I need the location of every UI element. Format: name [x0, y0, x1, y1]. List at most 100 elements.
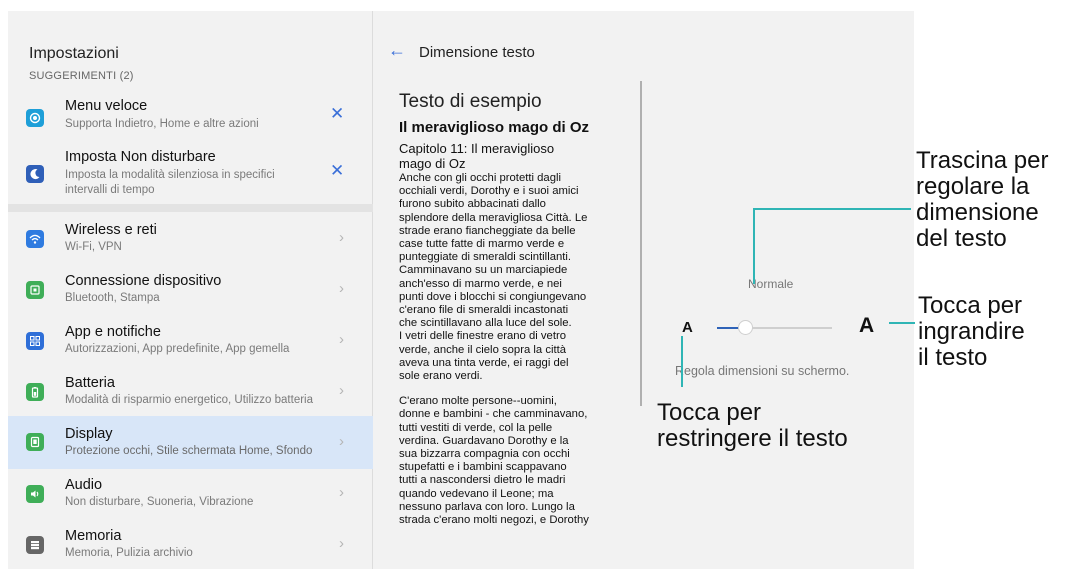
- menu-item-memoria[interactable]: Memoria Memoria, Pulizia archivio ›: [8, 520, 373, 569]
- menu-item-subtitle: Autorizzazioni, App predefinite, App gem…: [65, 343, 290, 355]
- preview-line: case tutte fatte di marmo verde e: [399, 238, 565, 251]
- figure: Impostazioni SUGGERIMENTI (2) Menu veloc…: [0, 0, 1074, 569]
- annotation-line: restringere il testo: [657, 425, 848, 452]
- preview-line: verde, anche il cielo sopra la città: [399, 343, 567, 356]
- preview-line: strada c'erano molti negozi, e Dorothy: [399, 514, 589, 527]
- suggestion-non-disturbare[interactable]: Imposta Non disturbare Imposta la modali…: [8, 147, 373, 203]
- preview-line: nessuno parlava con loro. Lungo la: [399, 500, 575, 513]
- apps-icon: [26, 332, 44, 350]
- settings-pane: Impostazioni SUGGERIMENTI (2) Menu veloc…: [8, 11, 373, 569]
- enlarge-text-button[interactable]: A: [859, 314, 874, 338]
- callout-line-drag-vertical: [753, 208, 755, 284]
- annotation-enlarge: Tocca per ingrandire il testo: [918, 293, 1025, 371]
- preview-line: anch'esso di marmo verde, e nei: [399, 277, 562, 290]
- preview-line: Anche con gli occhi protetti dagli: [399, 172, 562, 184]
- preview-scrollbar[interactable]: [640, 81, 642, 406]
- annotation-shrink: Tocca per restringere il testo: [657, 400, 848, 452]
- battery-icon: [26, 383, 44, 401]
- moon-icon: [26, 165, 44, 183]
- chevron-right-icon: ›: [339, 535, 344, 552]
- chapter-line: mago di Oz: [399, 156, 466, 171]
- preview-heading: Testo di esempio: [399, 91, 542, 112]
- annotation-line: Trascina per: [916, 147, 1049, 174]
- annotation-line: dimensione: [916, 199, 1039, 226]
- callout-line-drag-horizontal: [753, 208, 911, 210]
- preview-line: aveva una tinta verde, ei raggi del: [399, 356, 569, 369]
- preview-line: stupefatti e i bambini scappavano: [399, 461, 567, 474]
- suggestions-header: SUGGERIMENTI (2): [29, 70, 134, 82]
- menu-item-subtitle: Modalità di risparmio energetico, Utiliz…: [65, 394, 313, 406]
- suggestion-menu-veloce[interactable]: Menu veloce Supporta Indietro, Home e al…: [8, 95, 373, 145]
- menu-item-title: Audio: [65, 477, 103, 493]
- menu-item-title: App e notifiche: [65, 324, 161, 340]
- size-slider-thumb[interactable]: [738, 320, 754, 335]
- preview-line: donne e bambini - che camminavano,: [399, 408, 588, 421]
- menu-item-title: Connessione dispositivo: [65, 273, 222, 289]
- menu-item-audio[interactable]: Audio Non disturbare, Suoneria, Vibrazio…: [8, 469, 373, 519]
- tablet-screen: Impostazioni SUGGERIMENTI (2) Menu veloc…: [8, 11, 914, 569]
- preview-line: tutti vestiti di verde, col la pelle: [399, 421, 553, 434]
- preview-line: Camminavano su un marciapiede: [399, 264, 568, 277]
- section-divider: [8, 204, 373, 212]
- speaker-icon: [26, 485, 44, 503]
- suggestion-title: Imposta Non disturbare: [65, 149, 216, 165]
- menu-item-title: Wireless e reti: [65, 222, 157, 238]
- menu-item-subtitle: Bluetooth, Stampa: [65, 292, 160, 304]
- preview-line: I vetri delle finestre erano di vetro: [399, 330, 567, 343]
- close-icon[interactable]: ✕: [330, 104, 344, 124]
- annotation-line: Tocca per: [918, 292, 1023, 319]
- menu-item-connessione[interactable]: Connessione dispositivo Bluetooth, Stamp…: [8, 265, 373, 315]
- annotation-drag: Trascina per regolare la dimensione del …: [916, 148, 1049, 252]
- chapter-line: Capitolo 11: Il meraviglioso: [399, 141, 555, 156]
- suggestion-subtitle-line-1: Imposta la modalità silenziosa in specif…: [65, 169, 275, 181]
- menu-item-wireless[interactable]: Wireless e reti Wi-Fi, VPN ›: [8, 214, 373, 264]
- page-title: Dimensione testo: [419, 44, 535, 61]
- wifi-icon: [26, 230, 44, 248]
- annotation-line: il testo: [918, 344, 988, 371]
- target-icon: [26, 109, 44, 127]
- chevron-right-icon: ›: [339, 484, 344, 501]
- text-size-pane: ← Dimensione testo Testo di esempio Il m…: [374, 11, 914, 569]
- shrink-text-button[interactable]: A: [682, 319, 693, 336]
- preview-line: quando vedevano il Leone; ma: [399, 487, 554, 500]
- annotation-line: Tocca per: [657, 399, 762, 426]
- preview-line: C'erano molte persone--uomini,: [399, 395, 557, 408]
- device-connection-icon: [26, 281, 44, 299]
- preview-line: verdina. Guardavano Dorothy e la: [399, 434, 569, 447]
- menu-item-subtitle: Non disturbare, Suoneria, Vibrazione: [65, 496, 254, 508]
- preview-paragraph-2: C'erano molte persone--uomini, donne e ba…: [399, 395, 624, 527]
- preview-paragraph-1: Anche con gli occhi protetti dagli occhia…: [399, 172, 624, 383]
- chevron-right-icon: ›: [339, 331, 344, 348]
- annotation-line: del testo: [916, 225, 1007, 252]
- menu-item-app-notifiche[interactable]: App e notifiche Autorizzazioni, App pred…: [8, 316, 373, 366]
- suggestion-title: Menu veloce: [65, 98, 148, 114]
- chevron-right-icon: ›: [339, 229, 344, 246]
- menu-item-title: Display: [65, 426, 113, 442]
- sample-text-preview: Testo di esempio Il meraviglioso mago di…: [399, 91, 624, 569]
- menu-item-batteria[interactable]: Batteria Modalità di risparmio energetic…: [8, 367, 373, 417]
- storage-icon: [26, 536, 44, 554]
- preview-line: sole erano verdi.: [399, 370, 483, 383]
- back-arrow-icon[interactable]: ←: [388, 40, 406, 61]
- preview-line: strade erano fiancheggiate da belle: [399, 224, 576, 237]
- preview-line: sua bizzarra compagnia con occhi: [399, 448, 570, 461]
- display-icon: [26, 433, 44, 451]
- menu-item-display[interactable]: Display Protezione occhi, Stile schermat…: [8, 416, 373, 469]
- close-icon[interactable]: ✕: [330, 161, 344, 181]
- preview-chapter: Capitolo 11: Il meraviglioso mago di Oz: [399, 141, 624, 171]
- preview-line: punti dove i blocchi si congiungevano: [399, 290, 587, 303]
- chevron-right-icon: ›: [339, 433, 344, 450]
- preview-line: punteggiate di smeraldi scintillanti.: [399, 251, 572, 264]
- settings-title: Impostazioni: [29, 45, 119, 62]
- chevron-right-icon: ›: [339, 280, 344, 297]
- menu-item-subtitle: Memoria, Pulizia archivio: [65, 547, 193, 559]
- menu-item-subtitle: Protezione occhi, Stile schermata Home, …: [65, 445, 313, 457]
- callout-line-shrink: [681, 336, 683, 387]
- menu-item-subtitle: Wi-Fi, VPN: [65, 241, 122, 253]
- preview-line: c'erano file di smeraldi incastonati: [399, 304, 569, 317]
- menu-item-title: Batteria: [65, 375, 115, 391]
- preview-line: che scintillavano alla luce del sole.: [399, 317, 572, 330]
- menu-item-title: Memoria: [65, 528, 122, 544]
- adjust-screen-size-link[interactable]: Regola dimensioni su schermo.: [675, 364, 849, 378]
- preview-line: splendore della meravigliosa Città. Le: [399, 211, 588, 224]
